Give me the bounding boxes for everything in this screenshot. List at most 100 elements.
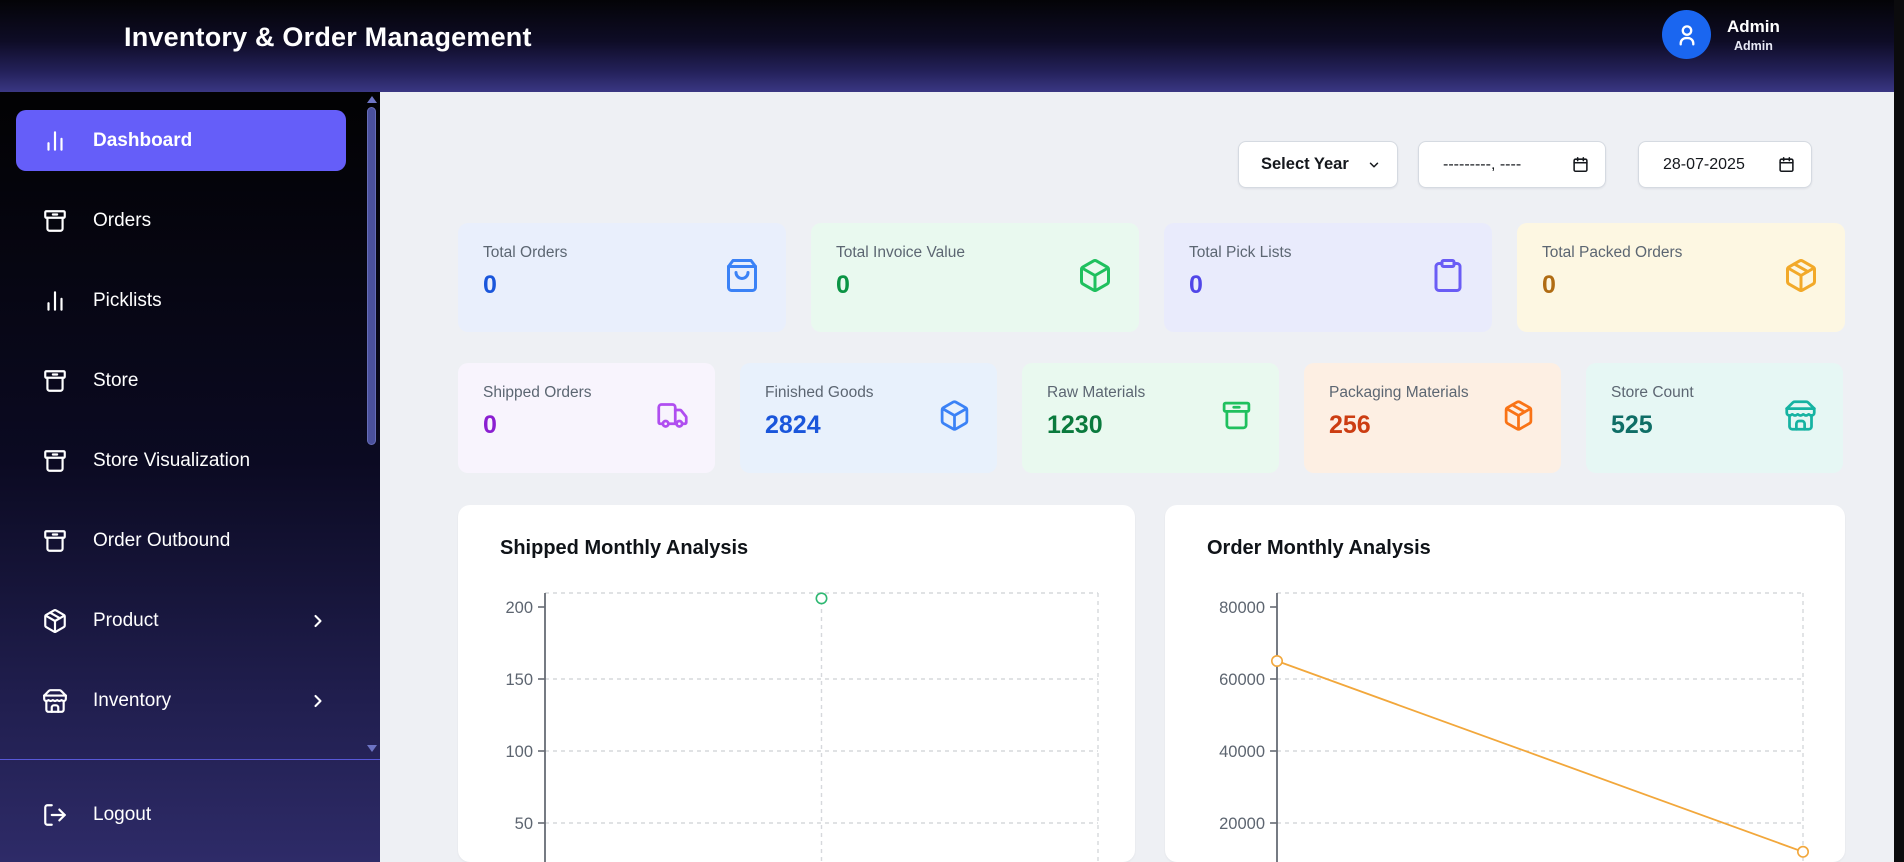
- svg-text:20000: 20000: [1219, 815, 1265, 833]
- chevron-right-icon: [314, 694, 322, 707]
- sidebar-menu: Dashboard Orders Picklists Store Store V…: [0, 92, 380, 760]
- chevron-right-icon: [314, 614, 322, 627]
- date-picker-value: 28-07-2025: [1663, 155, 1745, 173]
- sidebar-item-label: Inventory: [93, 689, 172, 711]
- svg-text:50: 50: [515, 815, 533, 833]
- sidebar-scrollbar-thumb[interactable]: [367, 107, 376, 445]
- sidebar-scrollbar[interactable]: [366, 96, 377, 760]
- svg-text:80000: 80000: [1219, 599, 1265, 617]
- sidebar-item-label: Store: [93, 369, 139, 391]
- storefront-icon: [1784, 399, 1817, 437]
- stat-card-label: Total Orders: [483, 244, 568, 261]
- stat-card-label: Packaging Materials: [1329, 384, 1469, 401]
- sidebar-item-label: Store Visualization: [93, 449, 251, 471]
- package-icon: [1502, 399, 1535, 437]
- stat-card-value: 0: [1542, 271, 1556, 299]
- package-icon: [44, 608, 66, 633]
- sidebar-item-dashboard[interactable]: Dashboard: [16, 110, 346, 171]
- shopping-bag-icon: [724, 257, 760, 298]
- stat-card-value: 1230: [1047, 411, 1103, 439]
- logout-label: Logout: [93, 803, 152, 825]
- stat-card-value: 0: [836, 271, 850, 299]
- storefront-icon: [43, 688, 67, 713]
- stat-card-label: Finished Goods: [765, 384, 874, 401]
- package-icon: [1783, 257, 1819, 298]
- chart-bars-icon: [47, 130, 63, 151]
- shipped-monthly-chart-plot: 200 150 100 50: [505, 592, 1099, 862]
- stat-card-value: 0: [1189, 271, 1203, 299]
- archive-box-icon: [44, 449, 66, 472]
- shipped-monthly-analysis-chart: Shipped Monthly Analysis 200 150 100 50: [458, 505, 1135, 862]
- stat-card-value: 2824: [765, 411, 821, 439]
- sidebar-item-product[interactable]: Product: [16, 590, 346, 651]
- user-role: Admin: [1734, 38, 1773, 53]
- stat-cards-row-2: Shipped Orders 0 Finished Goods 2824 Raw…: [458, 363, 1843, 473]
- sidebar-item-store[interactable]: Store: [16, 350, 346, 411]
- stat-card-raw-materials: Raw Materials 1230: [1022, 363, 1279, 473]
- sidebar-item-inventory[interactable]: Inventory: [16, 670, 346, 731]
- stat-card-label: Total Pick Lists: [1189, 244, 1292, 261]
- sidebar: Dashboard Orders Picklists Store Store V…: [0, 92, 380, 862]
- sidebar-item-picklists[interactable]: Picklists: [16, 270, 346, 331]
- stat-card-shipped-orders: Shipped Orders 0: [458, 363, 715, 473]
- sidebar-item-store-visualization[interactable]: Store Visualization: [16, 430, 346, 491]
- archive-box-icon: [44, 529, 66, 552]
- cube-icon: [1077, 257, 1113, 298]
- scroll-up-arrow-icon[interactable]: [367, 96, 377, 103]
- month-picker-input[interactable]: ---------, ----: [1418, 141, 1606, 188]
- dashboard-page: Inventory & Order Management Admin Admin…: [0, 0, 1904, 862]
- archive-box-icon: [1220, 399, 1253, 437]
- user-icon: [1679, 24, 1694, 46]
- stat-card-label: Total Invoice Value: [836, 244, 965, 261]
- calendar-icon: [1779, 156, 1794, 173]
- stat-card-total-packed-orders: Total Packed Orders 0: [1517, 223, 1845, 332]
- user-names: Admin Admin: [1727, 17, 1780, 53]
- clipboard-icon: [1430, 257, 1466, 298]
- stat-card-value: 256: [1329, 411, 1371, 439]
- cube-icon: [938, 399, 971, 437]
- chart-title: Shipped Monthly Analysis: [500, 537, 749, 559]
- chevron-down-icon: [1369, 161, 1379, 168]
- svg-text:150: 150: [505, 671, 533, 689]
- stat-card-finished-goods: Finished Goods 2824: [740, 363, 997, 473]
- svg-text:100: 100: [505, 743, 533, 761]
- stat-card-packaging-materials: Packaging Materials 256: [1304, 363, 1561, 473]
- scroll-down-arrow-icon[interactable]: [367, 745, 377, 752]
- sidebar-item-label: Order Outbound: [93, 529, 231, 551]
- chart-title: Order Monthly Analysis: [1207, 537, 1431, 559]
- truck-icon: [656, 399, 689, 437]
- app-title: Inventory & Order Management: [124, 22, 532, 52]
- user-avatar: [1662, 10, 1711, 59]
- stat-card-total-invoice-value: Total Invoice Value 0: [811, 223, 1139, 332]
- calendar-icon: [1573, 156, 1588, 173]
- stat-card-value: 0: [483, 411, 497, 439]
- user-menu[interactable]: Admin Admin: [1662, 10, 1780, 59]
- order-monthly-analysis-chart: Order Monthly Analysis 80000 60000 40000 20…: [1165, 505, 1845, 862]
- stat-card-value: 525: [1611, 411, 1653, 439]
- stat-card-label: Shipped Orders: [483, 384, 592, 401]
- charts-row: Shipped Monthly Analysis 200 150 100 50 Ord…: [458, 505, 1845, 862]
- sidebar-item-logout[interactable]: Logout: [16, 784, 346, 845]
- logout-icon: [44, 803, 66, 826]
- stat-card-label: Total Packed Orders: [1542, 244, 1683, 261]
- sidebar-item-label: Product: [93, 609, 159, 631]
- stat-card-store-count: Store Count 525: [1586, 363, 1843, 473]
- stat-card-total-orders: Total Orders 0: [458, 223, 786, 332]
- archive-box-icon: [44, 209, 66, 232]
- month-picker-value: ---------, ----: [1443, 155, 1522, 173]
- app-header: Inventory & Order Management Admin Admin: [0, 0, 1904, 92]
- stat-card-label: Raw Materials: [1047, 384, 1146, 401]
- sidebar-item-orders[interactable]: Orders: [16, 190, 346, 251]
- date-picker-input[interactable]: 28-07-2025: [1638, 141, 1812, 188]
- page-scrollbar[interactable]: [1894, 0, 1904, 862]
- sidebar-item-order-outbound[interactable]: Order Outbound: [16, 510, 346, 571]
- svg-text:200: 200: [505, 599, 533, 617]
- sidebar-item-label: Picklists: [93, 289, 162, 311]
- stat-card-total-pick-lists: Total Pick Lists 0: [1164, 223, 1492, 332]
- svg-text:60000: 60000: [1219, 671, 1265, 689]
- archive-box-icon: [44, 369, 66, 392]
- stat-card-label: Store Count: [1611, 384, 1694, 401]
- svg-text:40000: 40000: [1219, 743, 1265, 761]
- year-select-value: Select Year: [1261, 155, 1349, 173]
- year-select[interactable]: Select Year: [1238, 141, 1398, 188]
